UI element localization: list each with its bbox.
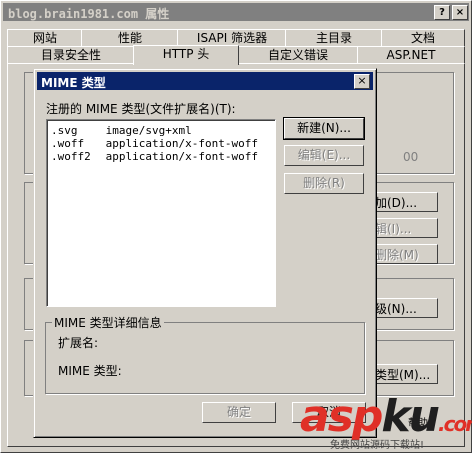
add-header-button[interactable]: 加(D)...: [370, 192, 438, 212]
dialog-titlebar[interactable]: MIME 类型 ×: [37, 72, 373, 90]
mime-types-list[interactable]: .svg image/svg+xml .woff application/x-f…: [46, 119, 276, 307]
watermark-subtitle: 免费网站源码下载站!: [330, 440, 425, 451]
list-item[interactable]: .woff2 application/x-font-woff: [51, 150, 258, 163]
edit-header-button: 辑(I)...: [370, 218, 438, 238]
list-item[interactable]: .svg image/svg+xml: [51, 124, 192, 137]
remove-header-button: 删除(M): [370, 244, 438, 264]
dialog-title: MIME 类型: [41, 76, 106, 90]
window-title: blog.brain1981.com 属性: [8, 7, 170, 21]
delete-button: 删除(R): [284, 173, 364, 194]
edit-button: 编辑(E)...: [284, 145, 364, 166]
item-extension: .woff: [51, 137, 85, 150]
mime-details-group: [45, 322, 365, 394]
extension-label: 扩展名:: [58, 336, 99, 350]
item-extension: .woff2: [51, 150, 91, 163]
list-label: 注册的 MIME 类型(文件扩展名)(T):: [46, 102, 236, 116]
window-close-button[interactable]: ×: [452, 5, 468, 20]
mime-details-title: MIME 类型详细信息: [52, 314, 164, 331]
tab-http-headers[interactable]: HTTP 头: [133, 45, 239, 65]
spin-value: 00: [403, 150, 419, 164]
tab-directory-security[interactable]: 目录安全性: [7, 46, 135, 64]
tab-home-directory[interactable]: 主目录: [285, 29, 383, 47]
item-mime-type: image/svg+xml: [105, 124, 192, 137]
help-button[interactable]: ?: [434, 5, 450, 20]
list-item[interactable]: .woff application/x-font-woff: [51, 137, 258, 150]
tab-website[interactable]: 网站: [7, 29, 83, 47]
item-extension: .svg: [51, 124, 78, 137]
item-mime-type: application/x-font-woff: [105, 137, 258, 150]
new-button[interactable]: 新建(N)...: [283, 117, 365, 140]
window-titlebar[interactable]: blog.brain1981.com 属性 ? ×: [3, 3, 469, 21]
tab-documents[interactable]: 文档: [381, 29, 465, 47]
ok-button: 确定: [202, 402, 276, 423]
dialog-close-button[interactable]: ×: [354, 74, 370, 89]
item-mime-type: application/x-font-woff: [105, 150, 258, 163]
mime-types-button[interactable]: 类型(M)...: [370, 364, 438, 384]
tab-custom-errors[interactable]: 自定义错误: [237, 46, 359, 64]
edit-rating-button[interactable]: 级(N)...: [370, 298, 438, 318]
mime-types-dialog: MIME 类型 × 注册的 MIME 类型(文件扩展名)(T): .svg im…: [33, 68, 377, 438]
mime-type-label: MIME 类型:: [58, 364, 122, 378]
tab-aspnet[interactable]: ASP.NET: [357, 46, 465, 64]
